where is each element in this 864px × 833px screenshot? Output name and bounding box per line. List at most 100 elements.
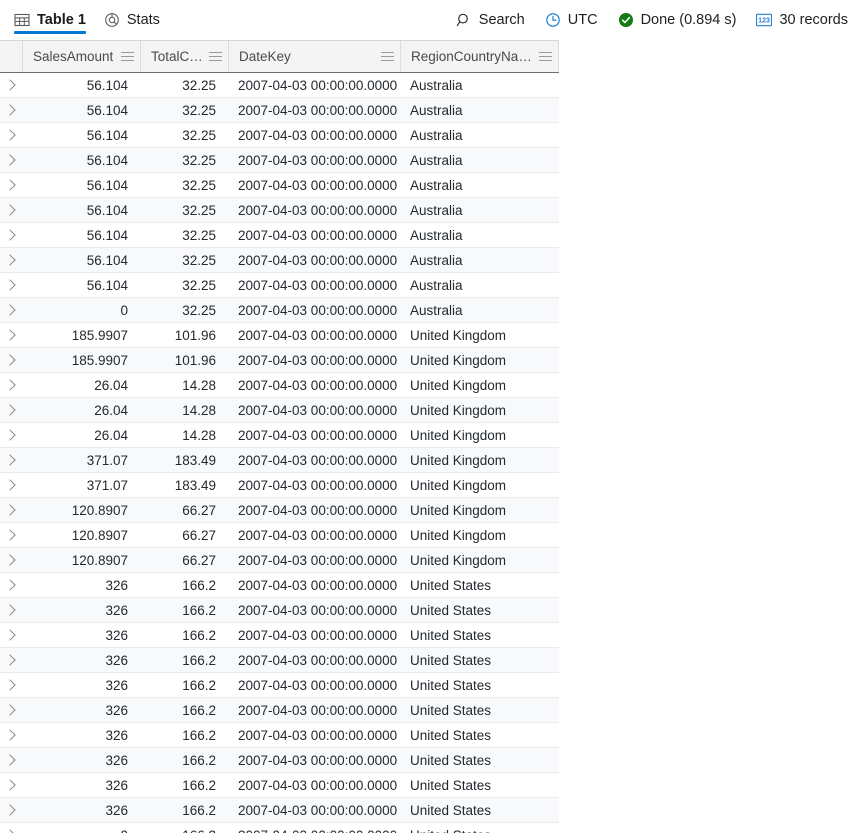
row-expand-chevron-icon[interactable] [0,73,22,97]
table-row[interactable]: 56.104 32.25 2007-04-03 00:00:00.0000 Austr… [0,273,559,298]
row-trailing-spacer [558,348,578,372]
column-menu-icon[interactable] [539,50,552,63]
table-row[interactable]: 326 166.2 2007-04-03 00:00:00.0000 United S… [0,698,559,723]
table-row[interactable]: 56.104 32.25 2007-04-03 00:00:00.0000 Austr… [0,173,559,198]
row-expand-chevron-icon[interactable] [0,448,22,472]
row-expand-chevron-icon[interactable] [0,573,22,597]
row-expand-chevron-icon[interactable] [0,548,22,572]
table-row[interactable]: 120.8907 66.27 2007-04-03 00:00:00.0000 Uni… [0,548,559,573]
table-row[interactable]: 26.04 14.28 2007-04-03 00:00:00.0000 United… [0,398,559,423]
table-row[interactable]: 56.104 32.25 2007-04-03 00:00:00.0000 Austr… [0,223,559,248]
cell-salesamount: 120.8907 [71,552,128,568]
chevron-right-icon [4,754,16,766]
column-header-datekey[interactable]: DateKey [228,41,400,72]
record-count: 123 30 records [746,0,858,40]
table-row[interactable]: 326 166.2 2007-04-03 00:00:00.0000 United S… [0,673,559,698]
row-expand-chevron-icon[interactable] [0,498,22,522]
row-expand-chevron-icon[interactable] [0,173,22,197]
row-expand-chevron-icon[interactable] [0,198,22,222]
row-expand-chevron-icon[interactable] [0,623,22,647]
chevron-right-icon [4,304,16,316]
table-row[interactable]: 326 166.2 2007-04-03 00:00:00.0000 United S… [0,748,559,773]
table-row[interactable]: 326 166.2 2007-04-03 00:00:00.0000 United S… [0,598,559,623]
row-expand-chevron-icon[interactable] [0,723,22,747]
column-menu-icon[interactable] [381,50,394,63]
table-row[interactable]: 371.07 183.49 2007-04-03 00:00:00.0000 Unit… [0,448,559,473]
table-row[interactable]: 56.104 32.25 2007-04-03 00:00:00.0000 Austr… [0,73,559,98]
row-expand-chevron-icon[interactable] [0,298,22,322]
cell-salesamount: 26.04 [94,377,128,393]
table-row[interactable]: 326 166.2 2007-04-03 00:00:00.0000 United S… [0,623,559,648]
row-expand-chevron-icon[interactable] [0,523,22,547]
cell-totalcost: 14.28 [182,402,216,418]
cell-regioncountryname: Australia [410,152,463,168]
tab-stats[interactable]: Stats [98,0,172,40]
row-expand-chevron-icon[interactable] [0,698,22,722]
row-expand-chevron-icon[interactable] [0,748,22,772]
table-row[interactable]: 56.104 32.25 2007-04-03 00:00:00.0000 Austr… [0,148,559,173]
table-row[interactable]: 326 166.2 2007-04-03 00:00:00.0000 United S… [0,723,559,748]
row-trailing-spacer [558,498,578,522]
table-row[interactable]: 0166.22007-04-03 00:00:00.0000United Sta… [0,823,559,833]
row-expand-chevron-icon[interactable] [0,823,22,833]
column-header-totalcost[interactable]: TotalCost [140,41,228,72]
column-header-regioncountryname[interactable]: RegionCountryName [400,41,558,72]
row-expand-chevron-icon[interactable] [0,223,22,247]
cell-totalcost: 32.25 [182,77,216,93]
row-expand-chevron-icon[interactable] [0,123,22,147]
table-row[interactable]: 56.104 32.25 2007-04-03 00:00:00.0000 Austr… [0,198,559,223]
table-row[interactable]: 26.04 14.28 2007-04-03 00:00:00.0000 United… [0,373,559,398]
table-row[interactable]: 56.104 32.25 2007-04-03 00:00:00.0000 Austr… [0,248,559,273]
row-expand-chevron-icon[interactable] [0,98,22,122]
cell-salesamount: 56.104 [86,277,128,293]
cell-datekey: 2007-04-03 00:00:00.0000 [238,252,398,268]
table-row[interactable]: 120.8907 66.27 2007-04-03 00:00:00.0000 Uni… [0,498,559,523]
timezone-button[interactable]: UTC [535,0,608,40]
row-expand-chevron-icon[interactable] [0,148,22,172]
row-expand-chevron-icon[interactable] [0,248,22,272]
column-header-salesamount[interactable]: SalesAmount [22,41,140,72]
table-row[interactable]: 326 166.2 2007-04-03 00:00:00.0000 United S… [0,773,559,798]
table-row[interactable]: 185.9907 101.96 2007-04-03 00:00:00.0000 Un… [0,323,559,348]
table-row[interactable]: 120.8907 66.27 2007-04-03 00:00:00.0000 Uni… [0,523,559,548]
table-row[interactable]: 326 166.2 2007-04-03 00:00:00.0000 United S… [0,648,559,673]
row-expand-chevron-icon[interactable] [0,373,22,397]
row-expand-chevron-icon[interactable] [0,423,22,447]
row-expand-chevron-icon[interactable] [0,773,22,797]
row-expand-chevron-icon[interactable] [0,473,22,497]
tab-stats-label: Stats [126,12,160,28]
cell-regioncountryname: Australia [410,102,463,118]
row-expand-chevron-icon[interactable] [0,398,22,422]
table-row[interactable]: 56.104 32.25 2007-04-03 00:00:00.0000 Austr… [0,98,559,123]
column-menu-icon[interactable] [121,50,134,63]
cell-totalcost: 32.25 [182,102,216,118]
column-menu-icon[interactable] [209,50,222,63]
cell-regioncountryname: Australia [410,302,463,318]
row-expand-chevron-icon[interactable] [0,273,22,297]
cell-salesamount: 26.04 [94,427,128,443]
row-trailing-spacer [558,373,578,397]
table-row[interactable]: 371.07 183.49 2007-04-03 00:00:00.0000 Unit… [0,473,559,498]
cell-regioncountryname: United Kingdom [410,402,507,418]
table-row[interactable]: 326 166.2 2007-04-03 00:00:00.0000 United S… [0,798,559,823]
cell-datekey: 2007-04-03 00:00:00.0000 [238,752,398,768]
table-row[interactable]: 56.104 32.25 2007-04-03 00:00:00.0000 Austr… [0,123,559,148]
row-trailing-spacer [558,448,578,472]
row-expand-chevron-icon[interactable] [0,648,22,672]
row-expand-chevron-icon[interactable] [0,323,22,347]
row-expand-chevron-icon[interactable] [0,598,22,622]
table-row[interactable]: 0 32.25 2007-04-03 00:00:00.0000 Australia [0,298,559,323]
row-expand-chevron-icon[interactable] [0,348,22,372]
cell-datekey: 2007-04-03 00:00:00.0000 [238,452,398,468]
cell-regioncountryname: United Kingdom [410,552,507,568]
search-button[interactable]: Search [446,0,535,40]
row-trailing-spacer [558,648,578,672]
tab-table-1[interactable]: Table 1 [8,0,98,40]
row-expand-chevron-icon[interactable] [0,673,22,697]
search-icon [456,12,472,28]
table-row[interactable]: 185.9907 101.96 2007-04-03 00:00:00.0000 Un… [0,348,559,373]
cell-salesamount: 56.104 [86,152,128,168]
table-row[interactable]: 326 166.2 2007-04-03 00:00:00.0000 United S… [0,573,559,598]
row-expand-chevron-icon[interactable] [0,798,22,822]
table-row[interactable]: 26.04 14.28 2007-04-03 00:00:00.0000 United… [0,423,559,448]
